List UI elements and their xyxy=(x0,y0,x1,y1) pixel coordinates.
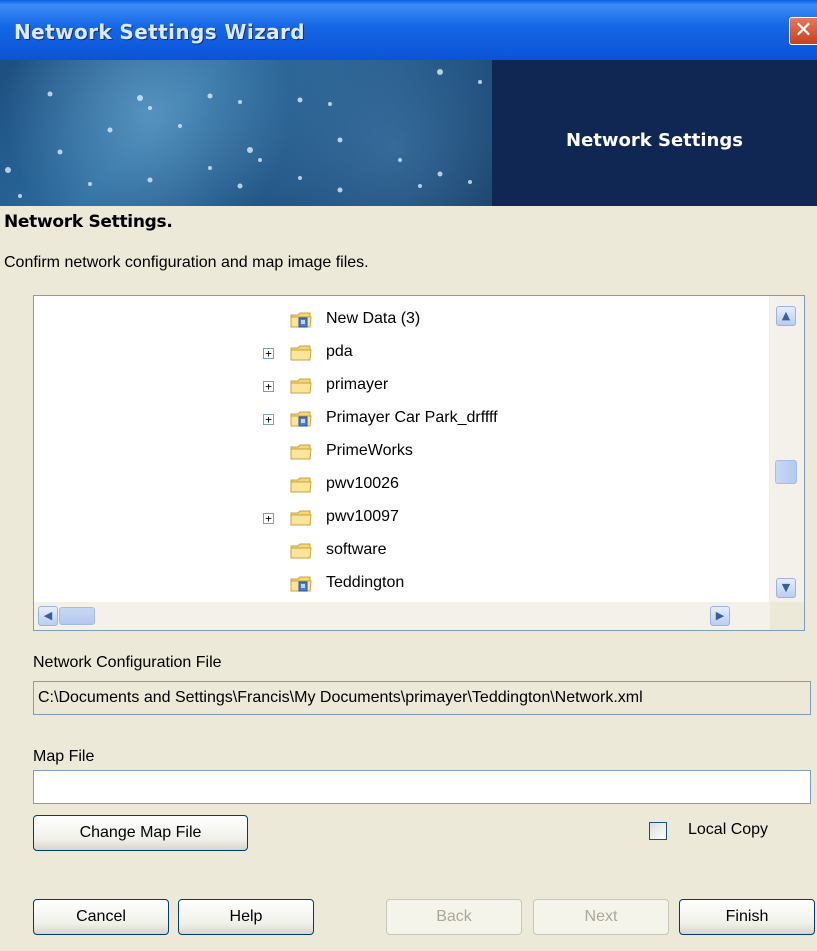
banner-image xyxy=(0,60,492,206)
scroll-left-button[interactable]: ◀ xyxy=(38,606,58,626)
scroll-up-button[interactable]: ▲ xyxy=(776,306,796,326)
folder-icon xyxy=(290,543,312,559)
expand-icon[interactable]: + xyxy=(263,381,274,392)
tree-item[interactable]: + primayer xyxy=(34,370,734,403)
tree-item-label: PrimeWorks xyxy=(326,442,413,459)
network-config-field[interactable]: C:\Documents and Settings\Francis\My Doc… xyxy=(33,681,811,715)
horizontal-scrollbar[interactable]: ◀ ▶ xyxy=(34,602,771,630)
tree-item-label: Teddington xyxy=(326,574,405,591)
horizontal-scroll-thumb[interactable] xyxy=(59,607,95,625)
finish-button[interactable]: Finish xyxy=(679,899,815,935)
shared-folder-icon xyxy=(290,576,312,592)
chevron-up-icon: ▲ xyxy=(781,309,791,322)
tree-item[interactable]: software xyxy=(34,535,734,568)
chevron-down-icon: ▼ xyxy=(781,581,791,594)
map-file-field[interactable] xyxy=(33,770,811,804)
folder-icon xyxy=(290,477,312,493)
tree-item[interactable]: New Data (3) xyxy=(34,304,734,337)
tree-item-label: primayer xyxy=(326,376,389,393)
scroll-down-button[interactable]: ▼ xyxy=(776,578,796,598)
page-description: Confirm network configuration and map im… xyxy=(4,254,369,271)
water-droplets-image xyxy=(5,69,482,198)
title-bar: Network Settings Wizard ✕ xyxy=(0,0,817,61)
chevron-right-icon: ▶ xyxy=(715,609,725,622)
window-title: Network Settings Wizard xyxy=(14,20,306,44)
tree-item-label: pwv10026 xyxy=(326,475,399,492)
page-heading: Network Settings. xyxy=(4,212,173,232)
next-button: Next xyxy=(533,899,669,935)
tree-item[interactable]: PrimeWorks xyxy=(34,436,734,469)
folder-icon xyxy=(290,510,312,526)
tree-item[interactable]: + pwv10097 xyxy=(34,502,734,535)
close-button[interactable]: ✕ xyxy=(789,17,817,45)
vertical-scrollbar[interactable]: ▲ ▼ xyxy=(769,296,804,602)
scroll-right-button[interactable]: ▶ xyxy=(710,606,730,626)
tree-item-label: New Data (3) xyxy=(326,310,421,327)
tree-item-label: pda xyxy=(326,343,353,360)
expand-icon[interactable]: + xyxy=(263,513,274,524)
tree-item[interactable]: + Primayer Car Park_drffff xyxy=(34,403,734,436)
expand-icon[interactable]: + xyxy=(263,414,274,425)
tree-item-label: Primayer Car Park_drffff xyxy=(326,409,498,426)
change-map-file-button[interactable]: Change Map File xyxy=(33,815,248,851)
tree-item-label: pwv10097 xyxy=(326,508,399,525)
folder-icon xyxy=(290,345,312,361)
banner-title-panel: Network Settings xyxy=(492,60,817,206)
wizard-banner: Network Settings xyxy=(0,60,817,206)
network-config-label: Network Configuration File xyxy=(33,654,222,671)
scroll-corner xyxy=(770,602,804,630)
local-copy-checkbox[interactable] xyxy=(649,822,667,840)
tree-item-label: software xyxy=(326,541,387,558)
local-copy-label: Local Copy xyxy=(688,821,769,838)
back-button: Back xyxy=(386,899,522,935)
tree-item[interactable]: + pda xyxy=(34,337,734,370)
tree-item[interactable]: Teddington xyxy=(34,568,734,601)
banner-title: Network Settings xyxy=(566,130,743,151)
help-button[interactable]: Help xyxy=(178,899,314,935)
map-file-label: Map File xyxy=(33,748,95,765)
folder-icon xyxy=(290,444,312,460)
chevron-left-icon: ◀ xyxy=(43,609,53,622)
close-icon: ✕ xyxy=(794,18,813,43)
shared-folder-icon xyxy=(290,411,312,427)
vertical-scroll-thumb[interactable] xyxy=(775,460,797,484)
folder-icon xyxy=(290,378,312,394)
cancel-button[interactable]: Cancel xyxy=(33,899,169,935)
folder-tree-view[interactable]: New Data (3) + pda + primayer + Primayer Car P… xyxy=(33,295,805,631)
expand-icon[interactable]: + xyxy=(263,348,274,359)
tree-item[interactable]: pwv10026 xyxy=(34,469,734,502)
shared-folder-icon xyxy=(290,312,312,328)
